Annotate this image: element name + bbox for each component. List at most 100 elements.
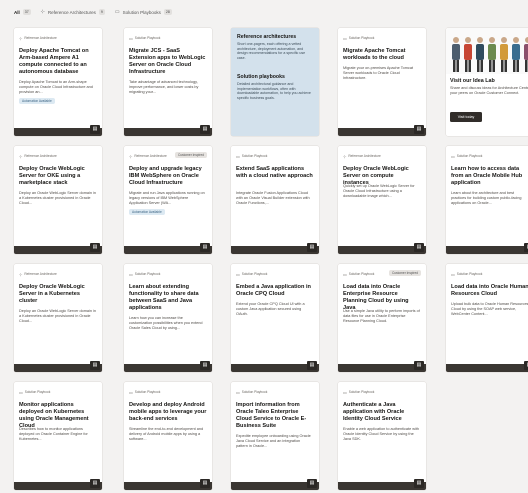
card-footer: ▤	[231, 243, 319, 254]
card-type-row: ▭ Solution Playbook	[343, 34, 421, 42]
playbook-icon: ▭	[129, 271, 133, 277]
card-footer: ▤	[14, 125, 102, 136]
card-title[interactable]: Load data into Oracle Human Resources Cl…	[451, 284, 528, 298]
idea-lab-card[interactable]: Visit our Idea Lab Share and discuss idea…	[446, 28, 528, 136]
content-card[interactable]: ▭ Solution Playbook Monitor applications d…	[14, 382, 102, 490]
content-card[interactable]: ▭ Solution Playbook Develop and deploy And…	[124, 382, 212, 490]
card-footer: ▤	[14, 479, 102, 490]
card-description: Integrate Oracle Fusion Applications Clo…	[236, 191, 310, 205]
card-type-row: ⊹ Reference Architecture	[19, 34, 97, 42]
card-grid: ⊹ Reference Architecture Deploy Apache Tom…	[0, 0, 528, 493]
card-title[interactable]: Deploy Oracle WebLogic Server for OKE us…	[19, 166, 97, 187]
card-type-row: ▭ Solution Playbook	[343, 388, 421, 396]
card-type-label: Solution Playbook	[24, 390, 51, 394]
document-icon: ▤	[414, 479, 424, 488]
document-icon: ▤	[524, 243, 528, 252]
card-type-row: ▭ Solution Playbook	[236, 270, 314, 278]
playbook-icon: ▭	[129, 389, 133, 395]
content-card[interactable]: ⊹ Reference Architecture Deploy Oracle Web…	[14, 146, 102, 254]
people-illustration	[446, 28, 528, 74]
section-title: Solution playbooks	[237, 74, 285, 80]
visit-today-button[interactable]: Visit today	[450, 112, 482, 122]
architecture-icon: ⊹	[19, 35, 23, 41]
content-card[interactable]: ▭ Solution Playbook Learn about extending …	[124, 264, 212, 372]
document-icon: ▤	[200, 361, 210, 370]
card-type-label: Solution Playbook	[241, 154, 268, 158]
card-title[interactable]: Import information from Oracle Taleo Ent…	[236, 402, 314, 430]
card-title[interactable]: Authenticate a Java application with Ora…	[343, 402, 421, 423]
content-card[interactable]: ▭ Solution Playbook Migrate Apache Tomcat …	[338, 28, 426, 136]
content-card[interactable]: ▭ Solution Playbook Learn how to access da…	[446, 146, 528, 254]
card-type-label: Reference Architecture	[348, 154, 381, 158]
card-footer: ▤	[124, 479, 212, 490]
architecture-icon: ⊹	[19, 153, 23, 159]
document-icon: ▤	[524, 361, 528, 370]
content-card[interactable]: ⊹ Reference Architecture Deploy Oracle Web…	[14, 264, 102, 372]
card-type-label: Solution Playbook	[134, 390, 161, 394]
card-type-row: ⊹ Reference Architecture	[19, 152, 97, 160]
card-title[interactable]: Migrate JCS - SaaS Extension apps to Web…	[129, 48, 207, 76]
card-footer: ▤	[338, 479, 426, 490]
card-type-label: Solution Playbook	[348, 390, 375, 394]
card-description: Deploy an Oracle WebLogic Server domain …	[19, 191, 96, 205]
playbook-icon: ▭	[343, 271, 347, 277]
idea-lab-description: Share and discuss ideas for Architecture…	[450, 86, 528, 95]
card-title[interactable]: Load data into Oracle Enterprise Resourc…	[343, 284, 421, 312]
content-card[interactable]: ▭ Solution Playbook Migrate JCS - SaaS Ext…	[124, 28, 212, 136]
playbook-icon: ▭	[451, 153, 455, 159]
card-footer: ▤	[446, 361, 528, 372]
card-type-label: Solution Playbook	[241, 390, 268, 394]
card-footer: ▤	[231, 479, 319, 490]
document-icon: ▤	[414, 125, 424, 134]
card-description: Migrate your on-premises Apache Tomcat S…	[343, 66, 413, 80]
card-title[interactable]: Learn how to access data from an Oracle …	[451, 166, 528, 187]
automation-badge: Automation Available	[129, 209, 165, 215]
card-description: Learn about the architecture and best pr…	[451, 191, 522, 205]
playbook-icon: ▭	[236, 153, 240, 159]
document-icon: ▤	[200, 479, 210, 488]
card-type-row: ▭ Solution Playbook	[129, 270, 207, 278]
card-footer: ▤	[124, 361, 212, 372]
content-card[interactable]: ▭ Solution Playbook Customer Inspired Load …	[338, 264, 426, 372]
content-card[interactable]: ▭ Solution Playbook Import information fro…	[231, 382, 319, 490]
card-description: Take advantage of advanced technology, i…	[129, 80, 199, 94]
card-title[interactable]: Learn about extending functionality to s…	[129, 284, 207, 312]
card-type-label: Solution Playbook	[456, 272, 483, 276]
section-title: Reference architectures	[237, 34, 297, 40]
card-title[interactable]: Develop and deploy Android mobile apps t…	[129, 402, 207, 423]
card-type-row: ▭ Solution Playbook	[236, 152, 314, 160]
content-card[interactable]: ▭ Solution Playbook Authenticate a Java ap…	[338, 382, 426, 490]
card-type-row: ▭ Solution Playbook	[451, 152, 528, 160]
card-title[interactable]: Deploy and upgrade legacy IBM WebSphere …	[129, 166, 207, 187]
section-description: Detailed architectural guidance and impl…	[237, 82, 311, 100]
card-type-label: Reference Architecture	[24, 154, 57, 158]
card-title[interactable]: Extend SaaS applications with a cloud na…	[236, 166, 314, 180]
content-card[interactable]: ▭ Solution Playbook Load data into Oracle …	[446, 264, 528, 372]
card-title[interactable]: Embed a Java application in Oracle CPQ C…	[236, 284, 314, 298]
document-icon: ▤	[90, 479, 100, 488]
content-card[interactable]: ⊹ Reference Architecture Deploy Oracle Web…	[338, 146, 426, 254]
card-description: Deploy an Oracle WebLogic Server domain …	[19, 309, 96, 323]
card-type-row: ⊹ Reference Architecture	[343, 152, 421, 160]
card-description: Streamline the end-to-end development an…	[129, 427, 204, 441]
content-card[interactable]: ▭ Solution Playbook Embed a Java applicati…	[231, 264, 319, 372]
playbook-icon: ▭	[451, 271, 455, 277]
card-title[interactable]: Deploy Oracle WebLogic Server in a Kuber…	[19, 284, 97, 305]
playbook-icon: ▭	[236, 271, 240, 277]
card-type-label: Solution Playbook	[456, 154, 483, 158]
playbook-icon: ▭	[343, 35, 347, 41]
content-card[interactable]: ⊹ Reference Architecture Customer Inspired…	[124, 146, 212, 254]
card-title[interactable]: Migrate Apache Tomcat workloads to the c…	[343, 48, 421, 62]
card-description: Migrate and run Java applications runnin…	[129, 191, 205, 205]
content-card[interactable]: ⊹ Reference Architecture Deploy Apache Tom…	[14, 28, 102, 136]
idea-lab-title: Visit our Idea Lab	[450, 78, 495, 84]
card-footer: ▤	[124, 243, 212, 254]
card-type-label: Solution Playbook	[348, 272, 375, 276]
card-description: Expedite employee onboarding using Oracl…	[236, 434, 311, 448]
card-title[interactable]: Monitor applications deployed on Kuberne…	[19, 402, 97, 430]
architecture-icon: ⊹	[343, 153, 347, 159]
content-card[interactable]: ▭ Solution Playbook Extend SaaS applicatio…	[231, 146, 319, 254]
card-title[interactable]: Deploy Apache Tomcat on Arm-based Ampere…	[19, 48, 97, 76]
playbook-icon: ▭	[236, 389, 240, 395]
card-footer: ▤	[338, 361, 426, 372]
